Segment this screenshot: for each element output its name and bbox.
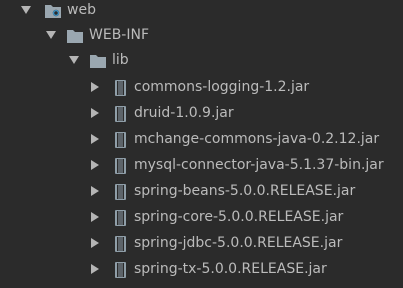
jar-icon [112,235,130,252]
expand-arrow-icon[interactable] [88,74,100,100]
expand-arrow-icon[interactable] [88,126,100,152]
jar-icon [112,209,130,226]
collapse-arrow-icon[interactable] [45,22,57,48]
tree-node-label: commons-logging-1.2.jar [134,79,310,95]
project-tree: web WEB-INF lib commons-logging-1.2.jar … [0,0,403,288]
jar-icon [112,183,130,200]
tree-node-web-inf[interactable]: WEB-INF [0,22,403,48]
jar-icon [112,157,130,174]
tree-node-jar[interactable]: druid-1.0.9.jar [0,100,403,126]
tree-node-jar[interactable]: spring-jdbc-5.0.0.RELEASE.jar [0,230,403,256]
folder-icon [89,52,107,68]
tree-node-label: druid-1.0.9.jar [134,105,234,121]
jar-icon [112,105,130,122]
expand-arrow-icon[interactable] [88,100,100,126]
tree-node-label: spring-core-5.0.0.RELEASE.jar [134,209,344,225]
tree-node-jar[interactable]: spring-core-5.0.0.RELEASE.jar [0,204,403,230]
tree-node-lib[interactable]: lib [0,47,403,73]
jar-icon [112,131,130,148]
web-module-folder-icon [44,2,62,18]
jar-icon [112,261,130,278]
tree-node-web[interactable]: web [0,0,403,23]
expand-arrow-icon[interactable] [88,178,100,204]
tree-node-label: spring-tx-5.0.0.RELEASE.jar [134,261,327,277]
tree-node-jar[interactable]: mchange-commons-java-0.2.12.jar [0,126,403,152]
tree-node-label: mysql-connector-java-5.1.37-bin.jar [134,157,384,173]
tree-node-jar[interactable]: mysql-connector-java-5.1.37-bin.jar [0,152,403,178]
expand-arrow-icon[interactable] [88,256,100,282]
tree-node-label: WEB-INF [89,27,149,43]
collapse-arrow-icon[interactable] [68,47,80,73]
collapse-arrow-icon[interactable] [20,0,32,23]
tree-node-label: mchange-commons-java-0.2.12.jar [134,131,380,147]
jar-icon [112,79,130,96]
tree-node-jar[interactable]: spring-beans-5.0.0.RELEASE.jar [0,178,403,204]
tree-node-jar[interactable]: commons-logging-1.2.jar [0,74,403,100]
folder-icon [66,27,84,43]
tree-node-label: spring-jdbc-5.0.0.RELEASE.jar [134,235,343,251]
tree-node-label: spring-beans-5.0.0.RELEASE.jar [134,183,356,199]
tree-node-jar[interactable]: spring-tx-5.0.0.RELEASE.jar [0,256,403,282]
expand-arrow-icon[interactable] [88,230,100,256]
expand-arrow-icon[interactable] [88,152,100,178]
tree-node-label: web [67,2,96,18]
tree-node-label: lib [112,52,129,68]
expand-arrow-icon[interactable] [88,204,100,230]
